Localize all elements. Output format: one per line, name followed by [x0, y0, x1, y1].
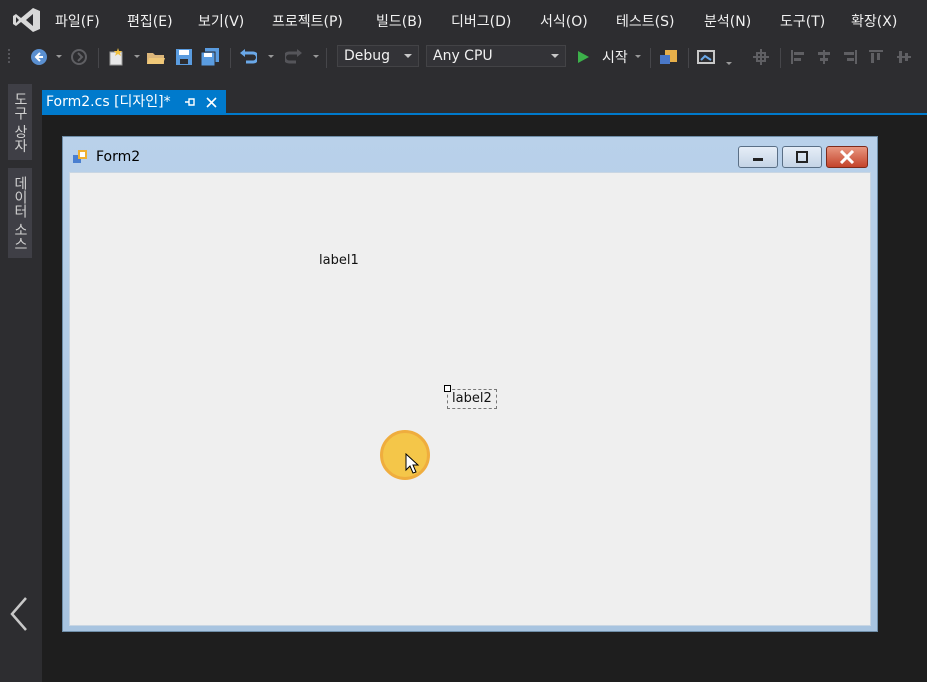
form-window[interactable]: Form2 label1 label2: [62, 136, 878, 632]
save-all-icon[interactable]: [198, 40, 222, 74]
designer-surface[interactable]: Form2 label1 label2: [42, 115, 927, 682]
navigate-forward-icon[interactable]: [68, 40, 90, 74]
align-rights-icon[interactable]: [838, 40, 862, 74]
close-icon[interactable]: [206, 90, 217, 114]
selection-handle[interactable]: [444, 385, 451, 392]
minimize-icon: [753, 158, 763, 161]
mouse-pointer-icon: [405, 452, 421, 479]
form-title: Form2: [96, 149, 141, 165]
align-tops-icon[interactable]: [864, 40, 888, 74]
pin-icon[interactable]: [184, 90, 196, 114]
toolbar-separator: [780, 48, 781, 68]
chevron-left-icon[interactable]: [8, 596, 30, 636]
solution-configuration-select[interactable]: Debug: [337, 45, 419, 67]
solution-platform-value: Any CPU: [433, 48, 493, 64]
menu-edit[interactable]: 편집(E): [127, 11, 173, 31]
menu-analyze[interactable]: 분석(N): [704, 11, 751, 31]
menu-format[interactable]: 서식(O): [540, 11, 588, 31]
data-sources-tab-label: 데이터 소스: [12, 175, 28, 251]
toolbar-separator: [98, 48, 99, 68]
toolbar-separator: [688, 48, 689, 68]
solution-platform-select[interactable]: Any CPU: [426, 45, 566, 67]
menu-test[interactable]: 테스트(S): [616, 11, 674, 31]
maximize-icon: [796, 151, 808, 163]
menu-project[interactable]: 프로젝트(P): [272, 11, 343, 31]
close-icon: [839, 150, 855, 164]
menu-view[interactable]: 보기(V): [198, 11, 244, 31]
new-project-icon[interactable]: [104, 40, 128, 74]
menu-extensions[interactable]: 확장(X): [851, 11, 897, 31]
toolbox-tab[interactable]: 도구 상자: [8, 84, 32, 160]
minimize-button[interactable]: [738, 146, 778, 168]
chevron-down-icon: [404, 54, 412, 58]
menu-tools[interactable]: 도구(T): [780, 11, 825, 31]
solution-configuration-value: Debug: [344, 48, 391, 64]
save-icon[interactable]: [172, 40, 196, 74]
form-titlebar[interactable]: Form2: [63, 137, 877, 171]
left-dock-panel: 도구 상자 데이터 소스: [0, 74, 42, 682]
align-centers-icon[interactable]: [812, 40, 836, 74]
toolbox-tab-label: 도구 상자: [12, 91, 28, 153]
align-middles-icon[interactable]: [892, 40, 916, 74]
tab-title: Form2.cs [디자인]*: [46, 94, 171, 110]
data-sources-tab[interactable]: 데이터 소스: [8, 168, 32, 258]
chevron-down-icon: [551, 54, 559, 58]
layout-dropdown-icon[interactable]: [726, 62, 732, 65]
align-to-grid-icon[interactable]: [748, 40, 774, 74]
start-label: 시작: [602, 50, 628, 66]
back-dropdown-icon[interactable]: [56, 55, 62, 58]
standard-toolbar: Debug Any CPU 시작: [0, 40, 927, 74]
form-icon: [73, 149, 89, 168]
maximize-button[interactable]: [782, 146, 822, 168]
menu-debug[interactable]: 디버그(D): [451, 11, 511, 31]
redo-icon[interactable]: [282, 40, 306, 74]
tab-form2-design[interactable]: Form2.cs [디자인]*: [42, 90, 226, 114]
toolbar-separator: [230, 48, 231, 68]
play-icon: [578, 51, 589, 63]
label2-control[interactable]: label2: [452, 391, 492, 406]
document-well: Form2.cs [디자인]* Form2 label1 label2: [42, 74, 927, 682]
menu-file[interactable]: 파일(F): [55, 11, 100, 31]
toolbar-separator: [326, 48, 327, 68]
navigate-back-icon[interactable]: [28, 40, 50, 74]
visual-studio-logo-icon: [12, 6, 42, 34]
toolbar-grip-icon[interactable]: [4, 40, 16, 74]
undo-icon[interactable]: [236, 40, 260, 74]
find-in-files-icon[interactable]: [656, 40, 682, 74]
undo-dropdown-icon[interactable]: [268, 55, 274, 58]
layout-image-icon[interactable]: [694, 40, 718, 74]
close-button[interactable]: [826, 146, 868, 168]
form-client-area[interactable]: label1 label2: [69, 172, 871, 626]
redo-dropdown-icon[interactable]: [313, 55, 319, 58]
align-lefts-icon[interactable]: [786, 40, 810, 74]
document-tab-strip: Form2.cs [디자인]*: [42, 74, 927, 114]
toolbar-separator: [650, 48, 651, 68]
open-file-icon[interactable]: [144, 40, 168, 74]
menu-build[interactable]: 빌드(B): [376, 11, 422, 31]
new-project-dropdown-icon[interactable]: [134, 55, 140, 58]
label1-control[interactable]: label1: [319, 253, 359, 268]
start-dropdown-icon[interactable]: [635, 55, 641, 58]
menu-bar: 파일(F) 편집(E) 보기(V) 프로젝트(P) 빌드(B) 디버그(D) 서…: [0, 0, 927, 40]
